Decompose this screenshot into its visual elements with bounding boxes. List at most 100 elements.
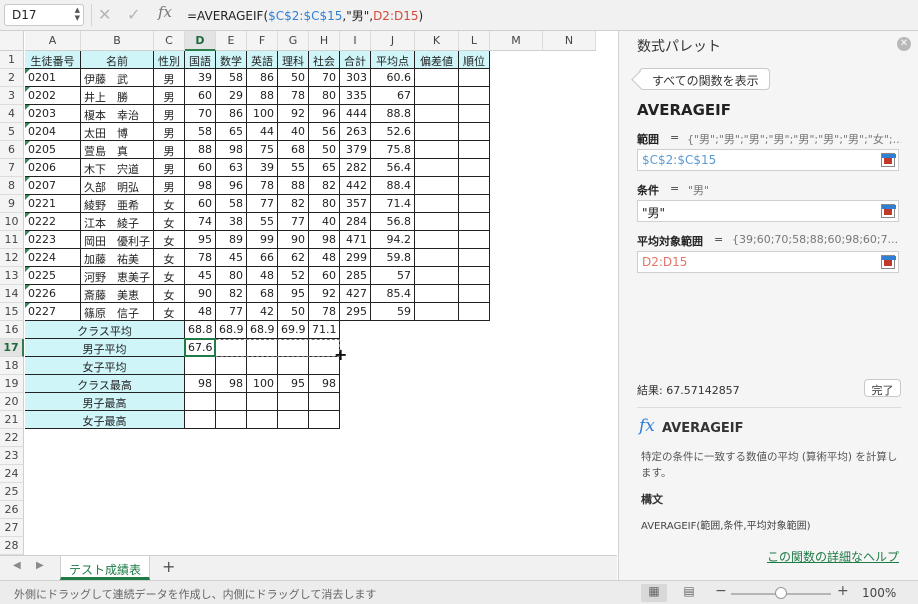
table-cell[interactable]: 88 — [247, 87, 278, 105]
table-cell[interactable]: 42 — [247, 303, 278, 321]
table-cell[interactable]: 井上 勝 — [81, 87, 154, 105]
table-cell[interactable]: 0223 — [25, 231, 81, 249]
column-header-e[interactable]: E — [216, 31, 247, 51]
table-cell[interactable]: 0226 — [25, 285, 81, 303]
table-cell[interactable]: 75.8 — [371, 141, 415, 159]
close-icon[interactable]: ✕ — [897, 37, 911, 51]
table-cell[interactable]: 男 — [154, 87, 185, 105]
table-cell[interactable] — [459, 159, 490, 177]
show-all-functions-button[interactable]: すべての関数を表示 — [639, 68, 770, 90]
summary-cell[interactable] — [278, 339, 309, 357]
table-cell[interactable]: 284 — [340, 213, 371, 231]
column-header-f[interactable]: F — [247, 31, 278, 51]
summary-cell[interactable] — [185, 393, 216, 411]
table-cell[interactable]: 39 — [185, 69, 216, 87]
table-cell[interactable]: 92 — [309, 285, 340, 303]
summary-cell[interactable]: 100 — [247, 375, 278, 393]
table-cell[interactable]: 48 — [185, 303, 216, 321]
header-cell-g[interactable]: 理科 — [278, 51, 309, 69]
table-cell[interactable]: 78 — [278, 87, 309, 105]
table-cell[interactable]: 66 — [247, 249, 278, 267]
table-cell[interactable] — [459, 249, 490, 267]
table-cell[interactable]: 95 — [185, 231, 216, 249]
table-cell[interactable]: 263 — [340, 123, 371, 141]
close-icon[interactable]: ✕ — [98, 5, 111, 24]
summary-label[interactable]: 男子平均 — [25, 339, 185, 357]
table-cell[interactable]: 282 — [340, 159, 371, 177]
table-cell[interactable] — [459, 231, 490, 249]
table-cell[interactable]: 加藤 祐美 — [81, 249, 154, 267]
table-cell[interactable]: 0204 — [25, 123, 81, 141]
table-cell[interactable]: 89 — [216, 231, 247, 249]
summary-cell[interactable]: 95 — [278, 375, 309, 393]
summary-cell[interactable] — [216, 339, 247, 357]
table-cell[interactable] — [415, 249, 459, 267]
table-cell[interactable] — [415, 87, 459, 105]
table-cell[interactable]: 岡田 優利子 — [81, 231, 154, 249]
table-cell[interactable]: 303 — [340, 69, 371, 87]
table-cell[interactable] — [415, 177, 459, 195]
table-cell[interactable] — [415, 285, 459, 303]
table-cell[interactable]: 82 — [278, 195, 309, 213]
table-cell[interactable] — [459, 267, 490, 285]
prev-sheet-icon[interactable]: ◀ — [13, 560, 21, 571]
table-cell[interactable]: 江本 綾子 — [81, 213, 154, 231]
column-header-a[interactable]: A — [25, 31, 81, 51]
row-header-8[interactable]: 8 — [0, 177, 24, 195]
name-box-stepper-icon[interactable]: ▲ ▼ — [75, 6, 80, 22]
zoom-slider-knob[interactable] — [775, 587, 787, 599]
table-cell[interactable]: 98 — [309, 231, 340, 249]
table-cell[interactable] — [459, 69, 490, 87]
row-header-19[interactable]: 19 — [0, 375, 24, 393]
summary-cell[interactable] — [247, 393, 278, 411]
next-sheet-icon[interactable]: ▶ — [36, 560, 44, 571]
row-header-22[interactable]: 22 — [0, 429, 24, 447]
table-cell[interactable]: 44 — [247, 123, 278, 141]
header-cell-h[interactable]: 社会 — [309, 51, 340, 69]
table-cell[interactable]: 萱島 真 — [81, 141, 154, 159]
table-cell[interactable]: 女 — [154, 249, 185, 267]
summary-cell[interactable]: 98 — [309, 375, 340, 393]
table-cell[interactable]: 60 — [185, 159, 216, 177]
summary-cell[interactable]: 68.9 — [216, 321, 247, 339]
row-header-4[interactable]: 4 — [0, 105, 24, 123]
table-cell[interactable]: 78 — [247, 177, 278, 195]
table-cell[interactable]: 52.6 — [371, 123, 415, 141]
table-cell[interactable]: 80 — [216, 267, 247, 285]
table-cell[interactable]: 女 — [154, 213, 185, 231]
row-header-13[interactable]: 13 — [0, 267, 24, 285]
table-cell[interactable]: 379 — [340, 141, 371, 159]
table-cell[interactable]: 59.8 — [371, 249, 415, 267]
table-cell[interactable]: 80 — [309, 87, 340, 105]
spreadsheet-grid[interactable]: A B C D E F G H I J K L M N 1 2 3 4 5 6 7 8 9 10 11 12 13 14 15 16 17 1… — [0, 31, 617, 555]
table-cell[interactable]: 0201 — [25, 69, 81, 87]
table-cell[interactable] — [459, 177, 490, 195]
function-help-link[interactable]: この関数の詳細なヘルプ — [767, 548, 899, 565]
table-cell[interactable] — [459, 105, 490, 123]
table-cell[interactable]: 96 — [216, 177, 247, 195]
table-cell[interactable]: 71.4 — [371, 195, 415, 213]
summary-label[interactable]: 女子最高 — [25, 411, 185, 429]
table-cell[interactable]: 0222 — [25, 213, 81, 231]
table-cell[interactable]: 60 — [309, 267, 340, 285]
table-cell[interactable]: 50 — [309, 141, 340, 159]
name-box[interactable]: D17 ▲ ▼ — [4, 4, 84, 26]
formula-input[interactable]: =AVERAGEIF($C$2:$C$15,"男",D2:D15) — [187, 7, 423, 24]
table-cell[interactable] — [459, 213, 490, 231]
table-cell[interactable]: 56.8 — [371, 213, 415, 231]
row-header-2[interactable]: 2 — [0, 69, 24, 87]
row-header-18[interactable]: 18 — [0, 357, 24, 375]
summary-cell[interactable] — [216, 357, 247, 375]
summary-cell[interactable] — [216, 411, 247, 429]
zoom-in-icon[interactable]: + — [837, 583, 849, 599]
table-cell[interactable]: 60 — [185, 195, 216, 213]
table-cell[interactable]: 0205 — [25, 141, 81, 159]
table-cell[interactable]: 57 — [371, 267, 415, 285]
column-header-m[interactable]: M — [490, 31, 543, 51]
table-cell[interactable] — [415, 231, 459, 249]
table-cell[interactable]: 男 — [154, 177, 185, 195]
table-cell[interactable]: 295 — [340, 303, 371, 321]
table-cell[interactable]: 299 — [340, 249, 371, 267]
normal-view-icon[interactable]: ▦ — [641, 584, 667, 602]
header-cell-l[interactable]: 順位 — [459, 51, 490, 69]
